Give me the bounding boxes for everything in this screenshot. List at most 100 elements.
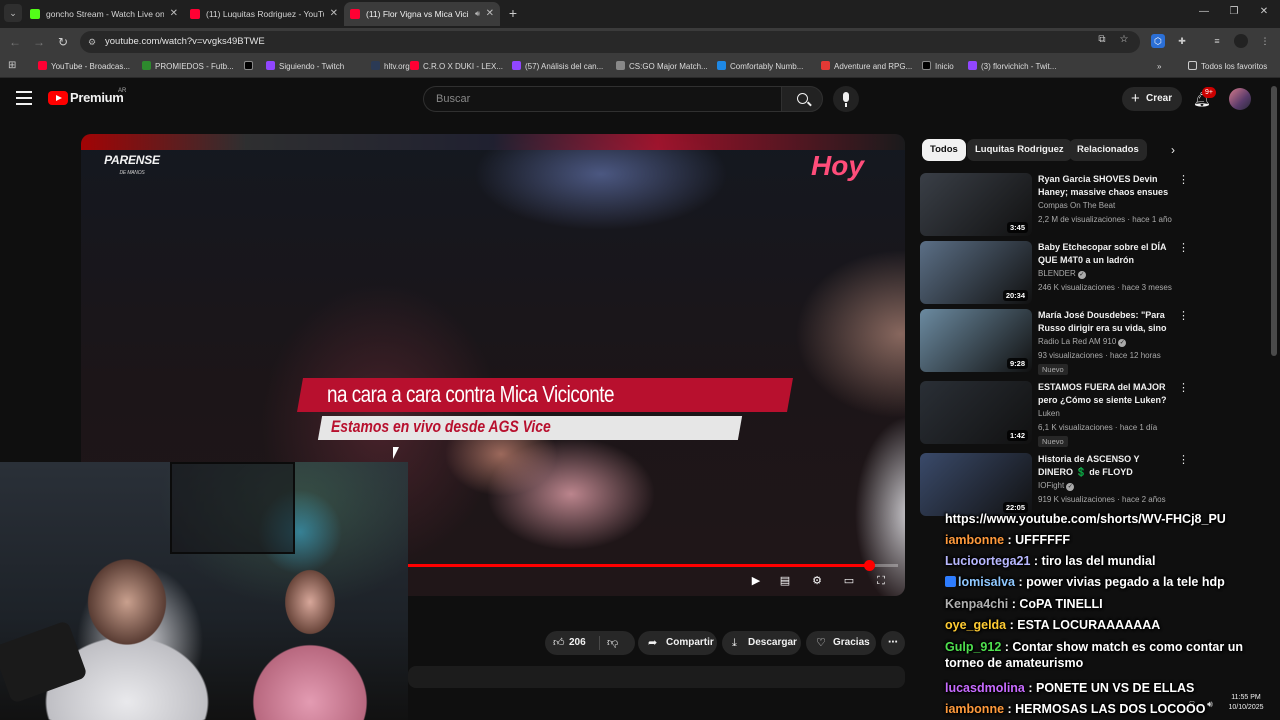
bookmark-item[interactable]: hltv.org — [371, 60, 410, 74]
menu-hamburger-icon[interactable] — [16, 91, 32, 105]
bookmark-item[interactable] — [244, 60, 257, 74]
bookmark-item[interactable]: Siguiendo - Twitch — [266, 60, 344, 74]
video-title[interactable]: María José Dousdebes: "Para Russo dirigi… — [1038, 309, 1176, 335]
video-thumbnail[interactable]: 1:42 — [920, 381, 1032, 444]
video-title[interactable]: Baby Etchecopar sobre el DÍA QUE M4T0 a … — [1038, 241, 1176, 267]
filter-chip[interactable]: Todos — [922, 139, 966, 161]
youtube-logo-icon[interactable] — [48, 91, 68, 105]
bookmark-item[interactable]: CS:GO Major Match... — [616, 60, 708, 74]
fullscreen-icon[interactable]: ⛶ — [873, 573, 889, 589]
youtube-wordmark[interactable]: Premium — [70, 90, 124, 105]
bookmark-label: CS:GO Major Match... — [629, 62, 708, 71]
video-progress-bar[interactable] — [408, 560, 898, 571]
tab-close-icon[interactable]: ✕ — [330, 2, 338, 26]
video-options-icon[interactable]: ⋮ — [1178, 241, 1189, 255]
bookmark-item[interactable]: Adventure and RPG... — [821, 60, 912, 74]
download-button[interactable]: ⤓ Descargar — [722, 631, 801, 655]
filter-chip[interactable]: Relacionados — [1069, 139, 1147, 161]
share-button[interactable]: ➦ Compartir — [638, 631, 717, 655]
address-bar[interactable]: ⚙ youtube.com/watch?v=vvgks49BTWE — [80, 31, 1140, 53]
close-window-icon[interactable]: ✕ — [1256, 4, 1272, 20]
back-arrow-icon[interactable]: ← — [6, 33, 24, 51]
channel-name[interactable]: BLENDER ✓ — [1038, 269, 1086, 279]
apps-grid-icon[interactable]: ⊞ — [8, 60, 20, 72]
restore-icon[interactable]: ❐ — [1226, 4, 1242, 20]
tab-1[interactable]: (11) Luquitas Rodriguez - YouTube ✕ — [184, 2, 344, 26]
account-avatar[interactable] — [1229, 88, 1251, 110]
search-button[interactable] — [781, 86, 823, 112]
dislike-icon[interactable]: 👎︎ — [607, 631, 618, 655]
channel-name[interactable]: Radio La Red AM 910 ✓ — [1038, 337, 1127, 347]
more-bookmarks-icon[interactable]: » — [1157, 60, 1161, 74]
volume-icon[interactable]: 🔊︎ — [1204, 698, 1216, 710]
bookmark-item[interactable]: (3) florvichich - Twit... — [968, 60, 1056, 74]
chat-username: lomisalva — [958, 575, 1015, 589]
related-video-item[interactable]: 20:34 Baby Etchecopar sobre el DÍA QUE M4… — [920, 241, 1192, 307]
related-video-item[interactable]: 3:45 Ryan Garcia SHOVES Devin Haney; mass… — [920, 173, 1192, 239]
video-options-icon[interactable]: ⋮ — [1178, 309, 1189, 323]
subtitles-icon[interactable]: ▤ — [777, 573, 793, 589]
all-bookmarks[interactable]: Todos los favoritos — [1188, 60, 1267, 74]
tab-2[interactable]: (11) Flor Vigna vs Mica Vicic 🔊︎ ✕ — [344, 2, 500, 26]
video-thumbnail[interactable]: 3:45 — [920, 173, 1032, 236]
video-thumbnail[interactable]: 9:28 — [920, 309, 1032, 372]
channel-name[interactable]: IOFight ✓ — [1038, 481, 1075, 491]
video-title[interactable]: Ryan Garcia SHOVES Devin Haney; massive … — [1038, 173, 1176, 199]
voice-search-icon[interactable] — [833, 86, 859, 112]
video-title[interactable]: ESTAMOS FUERA del MAJOR pero ¿Cómo se si… — [1038, 381, 1176, 407]
chevron-right-icon[interactable]: › — [1166, 142, 1180, 158]
more-actions-icon[interactable]: ⋯ — [881, 631, 905, 655]
filter-chip[interactable]: Luquitas Rodriguez — [967, 139, 1072, 161]
theater-mode-icon[interactable]: ▭ — [841, 573, 857, 589]
thanks-button[interactable]: ♡ Gracias — [806, 631, 876, 655]
video-options-icon[interactable]: ⋮ — [1178, 173, 1189, 187]
video-thumbnail[interactable]: 22:05 — [920, 453, 1032, 516]
install-app-icon[interactable]: ⧉ — [1095, 33, 1109, 47]
tab-search-button[interactable]: ⌄ — [4, 4, 22, 22]
bookmark-label: (3) florvichich - Twit... — [981, 62, 1057, 71]
reading-list-icon[interactable]: ≡ — [1210, 34, 1224, 48]
profile-icon[interactable] — [1234, 34, 1248, 48]
page-scrollbar[interactable] — [1271, 86, 1277, 356]
search-input[interactable] — [424, 87, 781, 111]
bookmark-item[interactable]: C.R.O X DUKI - LEX... — [410, 60, 503, 74]
description-box[interactable] — [408, 666, 905, 688]
create-button[interactable]: + Crear — [1122, 87, 1182, 111]
minimize-icon[interactable]: — — [1196, 4, 1212, 20]
channel-name[interactable]: Luken — [1038, 409, 1060, 418]
new-tab-button[interactable]: + — [505, 4, 521, 22]
url-text[interactable]: youtube.com/watch?v=vvgks49BTWE — [105, 31, 265, 53]
chat-username: lucasdmolina — [945, 681, 1025, 695]
bookmark-star-icon[interactable]: ☆ — [1117, 33, 1131, 47]
wifi-icon[interactable]: ⌔ — [1186, 698, 1198, 710]
tab-0[interactable]: goncho Stream - Watch Live on ✕ — [24, 2, 184, 26]
video-title[interactable]: Historia de ASCENSO Y DINERO 💲 de FLOYD … — [1038, 453, 1176, 479]
scrubber-knob[interactable] — [863, 560, 875, 571]
video-thumbnail[interactable]: 20:34 — [920, 241, 1032, 304]
channel-name[interactable]: Compas On The Beat — [1038, 201, 1115, 210]
bookmark-item[interactable]: (57) Análisis del can... — [512, 60, 603, 74]
forward-arrow-icon[interactable]: → — [30, 33, 48, 51]
bookmark-item[interactable]: Comfortably Numb... — [717, 60, 803, 74]
tab-close-icon[interactable]: ✕ — [486, 2, 494, 26]
bookmark-item[interactable]: Inicio — [922, 60, 954, 74]
share-icon: ➦ — [648, 637, 658, 649]
bookmark-item[interactable]: PROMIEDOS - Futb... — [142, 60, 234, 74]
like-icon[interactable]: 👍︎ — [553, 631, 565, 655]
tab-close-icon[interactable]: ✕ — [170, 2, 178, 26]
related-video-item[interactable]: 1:42 ESTAMOS FUERA del MAJOR pero ¿Cómo s… — [920, 381, 1192, 447]
like-count[interactable]: 206 — [569, 631, 586, 655]
autoplay-toggle-icon[interactable]: ▶ — [748, 573, 764, 589]
extensions-puzzle-icon[interactable]: ✚ — [1175, 34, 1189, 48]
system-clock[interactable]: 11:55 PM 10/10/2025 — [1222, 693, 1270, 713]
extension-icon[interactable]: ⬡ — [1151, 34, 1165, 48]
bookmark-item[interactable]: YouTube - Broadcas... — [38, 60, 130, 74]
tab-audio-icon[interactable]: 🔊︎ — [475, 2, 480, 26]
video-options-icon[interactable]: ⋮ — [1178, 453, 1189, 467]
related-video-item[interactable]: 9:28 María José Dousdebes: "Para Russo di… — [920, 309, 1192, 375]
settings-gear-icon[interactable]: ⚙ — [809, 573, 825, 589]
reload-icon[interactable]: ↻ — [54, 33, 72, 51]
site-info-icon[interactable]: ⚙ — [88, 36, 100, 48]
browser-menu-icon[interactable]: ⋮ — [1258, 34, 1272, 48]
video-options-icon[interactable]: ⋮ — [1178, 381, 1189, 395]
